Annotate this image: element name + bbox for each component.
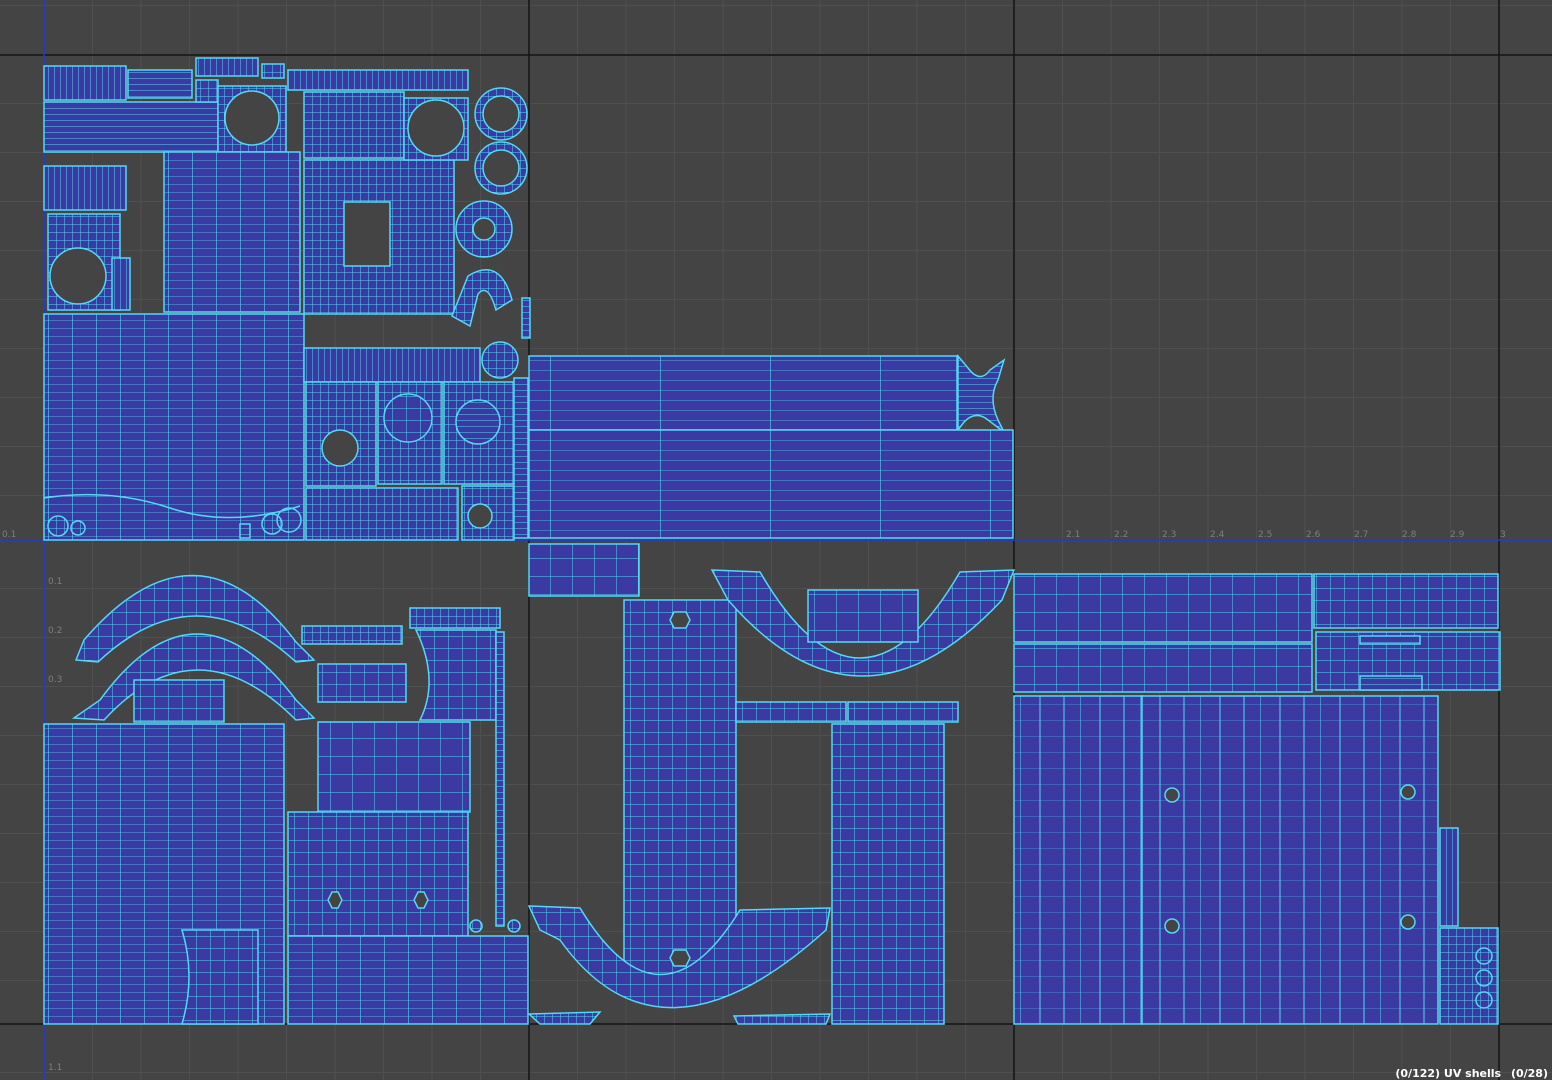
v-tick-label: 0.1 bbox=[48, 577, 62, 587]
u-tick-label: 3 bbox=[1500, 530, 1506, 540]
u-tick-label: 2.6 bbox=[1306, 530, 1321, 540]
tile-2-0-shells[interactable] bbox=[1013, 573, 1501, 1025]
v-tick-label: 0.3 bbox=[48, 675, 62, 685]
uv-editor-viewport[interactable]: 0.1 2.1 2.2 2.3 2.4 2.5 2.6 2.7 2.8 2.9 … bbox=[0, 0, 1552, 1080]
u-tick-left: 0.1 bbox=[2, 530, 16, 540]
u-tick-label: 2.3 bbox=[1162, 530, 1176, 540]
u-tick-label: 2.5 bbox=[1258, 530, 1272, 540]
tile-1-1-shells[interactable] bbox=[528, 353, 1014, 539]
u-tick-label: 2.8 bbox=[1402, 530, 1417, 540]
u-tick-label: 2.9 bbox=[1450, 530, 1465, 540]
uv-shells-count: (0/122) UV shells bbox=[1395, 1067, 1502, 1080]
selection-status-hud: (0/122) UV shells (0/28) bbox=[1389, 1067, 1548, 1080]
v-tick-label: 1.1 bbox=[48, 1063, 62, 1073]
u-tick-label: 2.1 bbox=[1066, 530, 1080, 540]
faces-count: (0/28) bbox=[1510, 1067, 1548, 1080]
u-tick-label: 2.4 bbox=[1210, 530, 1225, 540]
u-tick-label: 2.2 bbox=[1114, 530, 1128, 540]
uv-layout-canvas[interactable]: 0.1 2.1 2.2 2.3 2.4 2.5 2.6 2.7 2.8 2.9 … bbox=[0, 0, 1552, 1080]
v-tick-label: 0.2 bbox=[48, 626, 62, 636]
u-tick-label: 2.7 bbox=[1354, 530, 1368, 540]
